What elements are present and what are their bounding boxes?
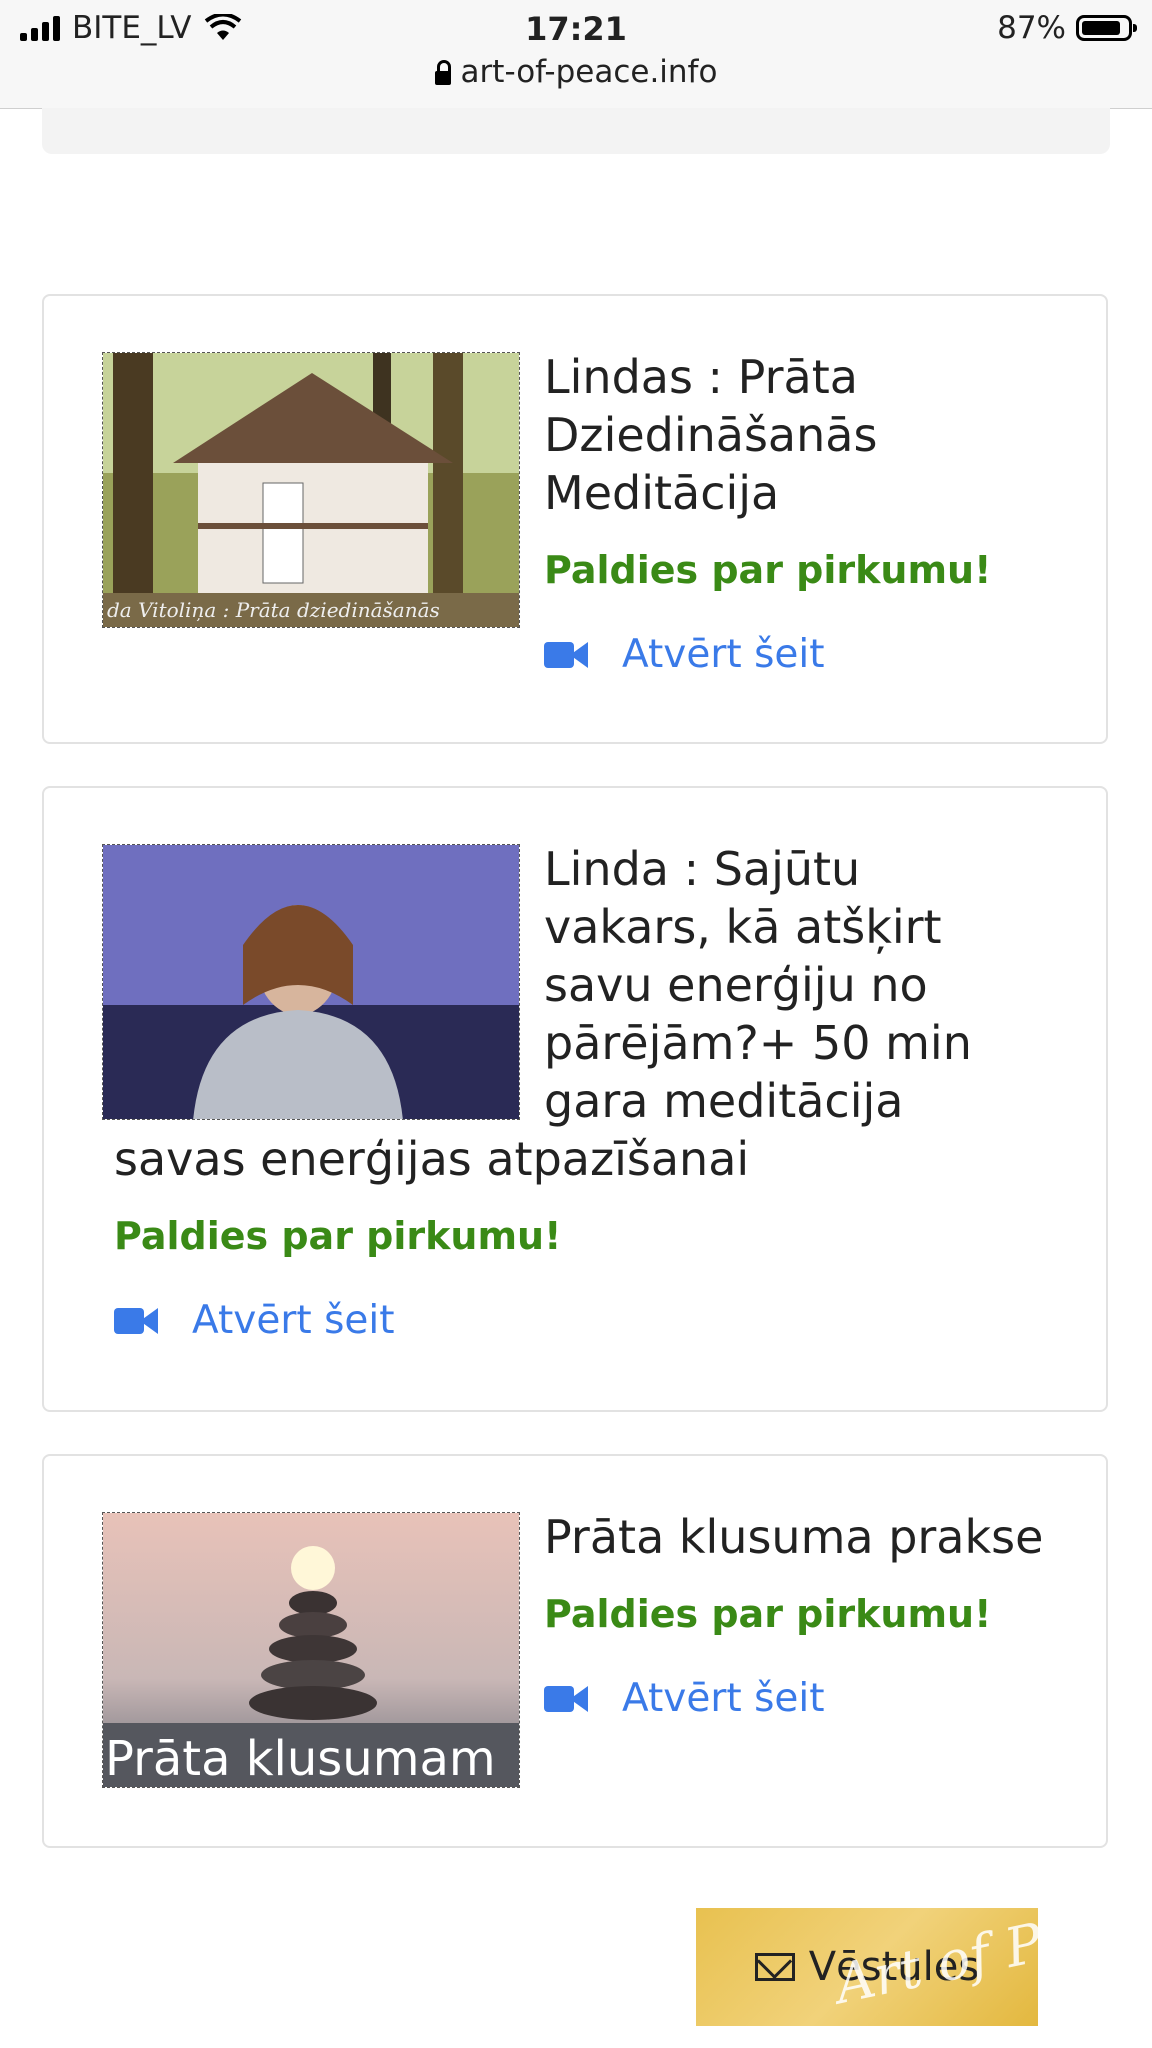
thumb-caption: Prāta klusumam [105, 1731, 496, 1787]
url-text: art-of-peace.info [460, 54, 718, 90]
speaker-image [103, 845, 519, 1119]
thumb-caption: da Vitoliņa : Prāta dziedināšanās [107, 598, 440, 622]
purchase-thanks: Paldies par pirkumu! [544, 1592, 992, 1636]
product-card: Linda : Sajūtu vakars, kā atšķirt savu e… [42, 786, 1108, 1412]
product-title-line: savas enerģijas atpazīšanai [114, 1132, 750, 1186]
letters-button[interactable]: Vēstules Art of P [696, 1908, 1038, 2026]
battery-percent: 87% [997, 10, 1066, 46]
clock: 17:21 [525, 10, 627, 48]
open-link-label[interactable]: Atvērt šeit [622, 1676, 825, 1721]
art-of-peace-watermark: Art of P [830, 1910, 1038, 2017]
video-camera-icon [544, 1684, 588, 1714]
open-link-label[interactable]: Atvērt šeit [622, 632, 825, 677]
product-title: Lindas : Prāta Dziedināšanās Meditācija [544, 350, 878, 520]
open-link[interactable]: Atvērt šeit [114, 1298, 1074, 1343]
video-camera-icon [544, 640, 588, 670]
product-thumbnail[interactable] [102, 844, 520, 1120]
product-card: Prāta klusumam Prāta klusuma prakse Pald… [42, 1454, 1108, 1848]
ios-status-bar: BITE_LV 17:21 87% art-of-peace.info [0, 0, 1152, 109]
product-card: da Vitoliņa : Prāta dziedināšanās Lindas… [42, 294, 1108, 744]
video-camera-icon [114, 1306, 158, 1336]
battery-icon [1076, 15, 1137, 41]
purchase-thanks: Paldies par pirkumu! [544, 548, 992, 592]
product-title-line: Linda : Sajūtu [544, 842, 861, 896]
purchase-thanks: Paldies par pirkumu! [114, 1214, 562, 1258]
product-title-line: savu enerģiju no [544, 958, 928, 1012]
product-thumbnail[interactable]: Prāta klusumam [102, 1512, 520, 1788]
envelope-icon [754, 1953, 795, 1981]
lock-icon [434, 60, 451, 85]
product-title-line: vakars, kā atšķirt [544, 900, 942, 954]
house-image: da Vitoliņa : Prāta dziedināšanās [103, 353, 519, 627]
open-link[interactable]: Atvērt šeit [544, 1676, 1064, 1721]
address-bar[interactable]: art-of-peace.info [0, 54, 1152, 90]
product-title: Prāta klusuma prakse [544, 1510, 1044, 1564]
stones-image: Prāta klusumam [103, 1513, 519, 1787]
previous-section-box [42, 108, 1110, 154]
product-thumbnail[interactable]: da Vitoliņa : Prāta dziedināšanās [102, 352, 520, 628]
open-link[interactable]: Atvērt šeit [544, 632, 1064, 677]
product-title-line: gara meditācija [544, 1074, 904, 1128]
product-title-line: pārējām?+ 50 min [544, 1016, 972, 1070]
open-link-label[interactable]: Atvērt šeit [192, 1298, 395, 1343]
battery-area: 87% [997, 10, 1137, 46]
